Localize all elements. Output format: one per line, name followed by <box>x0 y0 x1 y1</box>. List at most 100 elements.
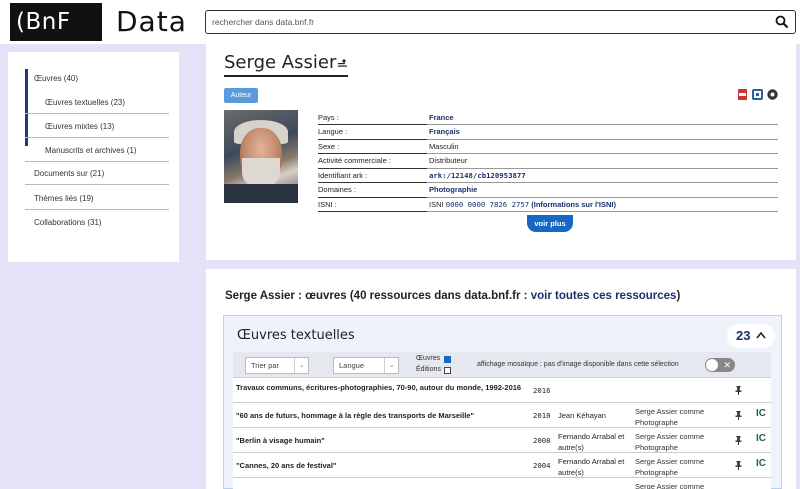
work-title[interactable]: "Cannes, 20 ans de festival" <box>236 460 531 471</box>
rdf-icon[interactable] <box>752 89 763 100</box>
textual-works-section: Œuvres textuelles 23 Trier par ⌄ Langue ⌄ … <box>223 315 782 489</box>
export-toolbar <box>737 89 778 100</box>
info-row-ark: Identifiant ark : ark:/12148/cb120953877 <box>318 168 778 183</box>
works-heading-text: Serge Assier : œuvres (40 ressources dan… <box>225 290 531 302</box>
sidebar-item-collaborations[interactable]: Collaborations (31) <box>25 218 169 233</box>
table-row[interactable]: Serge Assier comme <box>233 478 771 489</box>
oeuvres-checkbox[interactable] <box>444 356 451 363</box>
editions-checkbox[interactable] <box>444 367 451 374</box>
table-row[interactable]: "60 ans de futurs, hommage à la règle de… <box>233 403 771 428</box>
work-year: 2016 <box>533 386 551 395</box>
pin-icon[interactable] <box>735 386 742 395</box>
sidebar-item-themes-lies[interactable]: Thèmes liés (19) <box>25 194 169 210</box>
table-row[interactable]: "Berlin à visage humain" 2008 Fernando A… <box>233 428 771 453</box>
work-year: 2008 <box>533 436 551 445</box>
sort-select[interactable]: Trier par ⌄ <box>245 357 309 374</box>
works-heading: Serge Assier : œuvres (40 ressources dan… <box>225 290 680 302</box>
author-name: Serge Assier <box>224 52 337 73</box>
sort-select-label: Trier par <box>251 361 280 370</box>
domain-link[interactable]: Photographie <box>429 185 477 194</box>
site-header: (BnF Data <box>0 0 800 44</box>
info-row-sexe: Sexe : Masculin <box>318 139 778 154</box>
pin-icon[interactable] <box>735 411 742 420</box>
sidebar-item-label: Œuvres mixtes (13) <box>45 122 115 131</box>
isni-info-link[interactable]: (Informations sur l'ISNI) <box>531 200 616 209</box>
work-title[interactable]: Travaux communs, écritures-photographies… <box>236 382 531 393</box>
search-input[interactable] <box>212 11 752 33</box>
work-author: Fernando Arrabal et autre(s) <box>558 432 625 452</box>
info-row-langue: Langue : Français <box>318 124 778 140</box>
field-key: Sexe : <box>318 139 427 154</box>
section-title: Œuvres textuelles <box>237 328 355 343</box>
work-role: Serge Assier comme Photographe <box>635 407 705 427</box>
bnf-logo[interactable]: (BnF <box>10 3 102 41</box>
search-box <box>205 10 796 34</box>
filter-bar: Trier par ⌄ Langue ⌄ Œuvres Éditions affic… <box>233 352 771 378</box>
sidebar-item-label: Œuvres textuelles (23) <box>45 98 126 107</box>
page-title: Serge Assier <box>224 52 349 77</box>
sidebar-item-label: Manuscrits et archives (1) <box>45 146 137 155</box>
field-key: Activité commerciale : <box>318 153 427 169</box>
sidebar-item-label: Œuvres (40) <box>34 74 79 83</box>
close-icon: ✕ <box>723 360 731 370</box>
sidebar-item-documents-sur[interactable]: Documents sur (21) <box>25 169 169 185</box>
sidebar-item-label: Thèmes liés (19) <box>34 194 94 203</box>
isni-prefix: ISNI <box>429 199 444 209</box>
search-icon[interactable] <box>775 15 789 29</box>
mosaic-label: affichage mosaïque : pas d'image disponi… <box>477 361 679 368</box>
ic-badge[interactable]: IC <box>756 433 766 444</box>
role-badge[interactable]: Auteur <box>224 88 258 103</box>
pdf-icon[interactable] <box>737 89 748 100</box>
sidebar-item-oeuvres[interactable]: Œuvres (40) <box>25 74 169 91</box>
info-row-pays: Pays : France <box>318 110 778 125</box>
section-toggle[interactable]: 23 <box>727 324 775 348</box>
share-icon[interactable] <box>767 89 778 100</box>
info-row-isni: ISNI : ISNI 0000 0000 7826 2757 (Informa… <box>318 197 778 212</box>
author-panel: Serge Assier Auteur Pays : France Langue… <box>206 44 796 260</box>
language-link[interactable]: Français <box>429 127 460 136</box>
field-key: ISNI : <box>318 197 427 212</box>
field-key: Domaines : <box>318 182 427 198</box>
data-logo[interactable]: Data <box>116 3 187 41</box>
field-key: Pays : <box>318 110 427 125</box>
pin-icon[interactable] <box>735 436 742 445</box>
info-row-domaines: Domaines : Photographie <box>318 182 778 198</box>
mosaic-toggle[interactable]: ✕ <box>705 358 735 372</box>
chevron-down-icon: ⌄ <box>294 358 308 373</box>
table-row[interactable]: "Cannes, 20 ans de festival" 2004 Fernan… <box>233 453 771 478</box>
ark-link[interactable]: ark:/12148/cb120953877 <box>429 171 526 180</box>
section-count: 23 <box>736 328 751 343</box>
language-select[interactable]: Langue ⌄ <box>333 357 399 374</box>
work-author: Jean Kéhayan <box>558 411 606 420</box>
sidebar-item-oeuvres-textuelles[interactable]: Œuvres textuelles (23) <box>25 98 169 114</box>
see-all-resources-link[interactable]: voir toutes ces ressources <box>531 290 677 302</box>
sidebar: Œuvres (40) Œuvres textuelles (23) Œuvre… <box>8 52 179 262</box>
work-title[interactable]: "60 ans de futurs, hommage à la règle de… <box>236 410 531 421</box>
sidebar-item-label: Collaborations (31) <box>34 218 102 227</box>
work-role: Serge Assier comme Photographe <box>635 457 705 477</box>
author-info-table: Pays : France Langue : Français Sexe : M… <box>318 110 778 212</box>
work-title[interactable]: "Berlin à visage humain" <box>236 435 531 446</box>
isni-link[interactable]: 0000 0000 7826 2757 <box>446 200 529 209</box>
works-table: Travaux communs, écritures-photographies… <box>233 378 771 489</box>
subscribe-icon[interactable] <box>338 59 348 68</box>
ic-badge[interactable]: IC <box>756 458 766 469</box>
works-panel: Serge Assier : œuvres (40 ressources dan… <box>206 269 796 489</box>
pin-icon[interactable] <box>735 461 742 470</box>
voir-plus-button[interactable]: voir plus <box>527 215 573 232</box>
ic-badge[interactable]: IC <box>756 408 766 419</box>
chevron-down-icon: ⌄ <box>384 358 398 373</box>
field-value: Distributeur <box>429 156 468 166</box>
sidebar-item-manuscrits[interactable]: Manuscrits et archives (1) <box>25 146 169 162</box>
work-role: Serge Assier comme <box>635 482 705 489</box>
table-row[interactable]: Travaux communs, écritures-photographies… <box>233 378 771 403</box>
chevron-up-icon <box>756 331 766 339</box>
field-key: Langue : <box>318 124 427 140</box>
work-year: 2004 <box>533 461 551 470</box>
country-link[interactable]: France <box>429 113 454 122</box>
work-author: Fernando Arrabal et autre(s) <box>558 457 625 477</box>
field-key: Identifiant ark : <box>318 168 427 183</box>
sidebar-item-label: Documents sur (21) <box>34 169 105 178</box>
works-heading-end: ) <box>676 290 681 302</box>
sidebar-item-oeuvres-mixtes[interactable]: Œuvres mixtes (13) <box>25 122 169 138</box>
